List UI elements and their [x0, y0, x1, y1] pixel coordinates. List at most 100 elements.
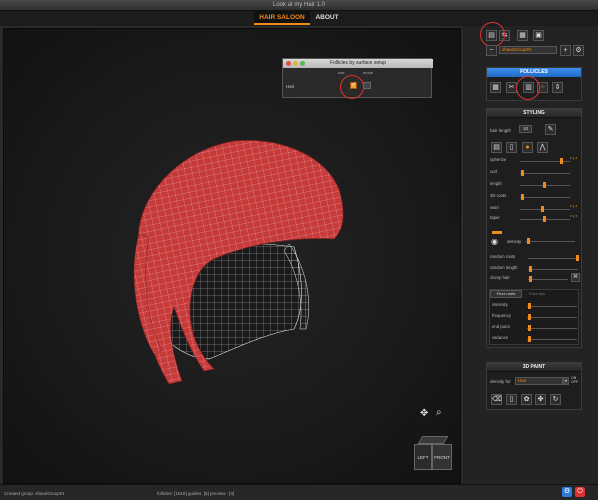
density-for-label: density for: [490, 379, 511, 384]
status-created-group: Created group: shaveGroup#1: [4, 491, 65, 496]
slider-track: [520, 161, 570, 162]
slider-clump-hair[interactable]: clump hair: [490, 274, 580, 283]
styling-header: STYLING: [487, 109, 581, 118]
paint-fill-icon[interactable]: ✤: [535, 394, 546, 405]
tab-hair-saloon[interactable]: HAIR SALOON: [254, 11, 310, 25]
status-bar: [0, 484, 598, 500]
view-cube-front[interactable]: FRONT: [432, 444, 452, 470]
paint-off-label: OFF: [571, 380, 578, 384]
zoom-icon[interactable]: ⌕: [436, 407, 442, 418]
slider-swirl[interactable]: swirl x y z: [490, 204, 580, 213]
style-tool-4-icon[interactable]: ⋀: [537, 142, 548, 153]
paint-erase-icon[interactable]: ⌫: [491, 394, 502, 405]
slider-variance[interactable]: variance: [492, 334, 578, 343]
slider-knob[interactable]: [528, 314, 531, 320]
align-icon[interactable]: ⇕: [552, 82, 563, 93]
save-icon[interactable]: ▣: [533, 30, 544, 41]
slider-3d-roots-label: 3D roots: [490, 193, 507, 198]
paint-trash-icon[interactable]: ▯: [506, 394, 517, 405]
paint-brush-icon[interactable]: ✿: [521, 394, 532, 405]
slider-clump-hair-label: clump hair: [490, 275, 510, 280]
slider-spherize[interactable]: spherize x y z: [490, 156, 580, 165]
density-for-select[interactable]: Hair: [515, 377, 563, 385]
zoom-window-button[interactable]: [300, 61, 305, 66]
slider-taper[interactable]: taper x y z: [490, 214, 580, 223]
style-tool-3-icon[interactable]: ●: [522, 142, 533, 153]
tab-about[interactable]: ABOUT: [311, 11, 343, 25]
slider-knob[interactable]: [543, 216, 546, 222]
clump-tool-icon[interactable]: ⌘: [571, 273, 580, 282]
slider-swirl-xyz[interactable]: x y z: [570, 204, 577, 208]
eye-icon[interactable]: ◉: [491, 237, 498, 246]
slider-taper-xyz[interactable]: x y z: [570, 214, 577, 218]
move-icon[interactable]: ✥: [420, 408, 428, 419]
slider-track: [527, 317, 577, 318]
hair-length-tool-icon[interactable]: ✎: [545, 124, 556, 135]
settings-gear-icon[interactable]: ⚙: [562, 487, 572, 497]
paint-on-off-toggle[interactable]: ON OFF: [571, 376, 578, 384]
slider-spherize-xyz[interactable]: x y z: [570, 156, 577, 160]
close-window-button[interactable]: [286, 61, 291, 66]
slider-variance-label: variance: [492, 335, 509, 340]
view-cube-left[interactable]: LEFT: [414, 444, 432, 470]
remove-group-button[interactable]: −: [486, 45, 497, 56]
slider-frequency[interactable]: frequency: [492, 312, 578, 321]
slider-curl[interactable]: curl: [490, 168, 580, 177]
slider-knob[interactable]: [529, 266, 532, 272]
mode-select[interactable]: [363, 82, 371, 89]
power-icon[interactable]: ⏻: [575, 487, 585, 497]
grid-icon[interactable]: ▦: [490, 82, 501, 93]
hair-length-input[interactable]: 10: [519, 125, 532, 133]
slider-end-point-label: end point: [492, 324, 510, 329]
slider-track: [527, 306, 577, 307]
slider-knob[interactable]: [529, 276, 532, 282]
slider-knob[interactable]: [560, 158, 563, 164]
slider-knob[interactable]: [528, 325, 531, 331]
dialog-title: Follicles by surface setup: [283, 59, 433, 68]
style-tool-2-icon[interactable]: ▯: [506, 142, 517, 153]
density-knob[interactable]: [527, 238, 530, 244]
slider-knob[interactable]: [528, 336, 531, 342]
slider-track: [528, 279, 568, 280]
slider-knob[interactable]: [543, 182, 546, 188]
frizz-sliders: intensity frequency end point variance: [492, 301, 578, 345]
slider-knob[interactable]: [541, 206, 544, 212]
follicles-surface-dialog: Follicles by surface setup use mode Hair…: [282, 58, 433, 99]
group-select[interactable]: shaveGroup#1: [499, 46, 557, 54]
slider-intensity[interactable]: intensity: [492, 301, 578, 310]
chevron-down-icon[interactable]: ▾: [563, 377, 569, 385]
slider-knob[interactable]: [521, 170, 524, 176]
checkbox-highlight: [340, 75, 364, 99]
density-label: density: [507, 239, 522, 244]
slider-3d-roots[interactable]: 3D roots: [490, 192, 580, 201]
gear-icon[interactable]: ⚙: [573, 45, 584, 56]
slider-knob[interactable]: [528, 303, 531, 309]
slider-random-roots[interactable]: random roots: [490, 253, 580, 262]
tab-frizz-roots[interactable]: Frizz roots: [490, 290, 522, 298]
follicles-header: FOLLICLES: [487, 68, 581, 77]
slider-random-length[interactable]: random length: [490, 264, 580, 273]
styling-sliders: spherize x y z curl length 3D roots swir…: [490, 156, 580, 226]
slider-track: [520, 173, 570, 174]
slider-frequency-label: frequency: [492, 313, 511, 318]
tab-frizz-tips[interactable]: Frizz tips: [522, 290, 552, 298]
slider-length-label: length: [490, 181, 502, 186]
style-tool-1-icon[interactable]: ▤: [491, 142, 502, 153]
add-group-button[interactable]: +: [560, 45, 571, 56]
film-icon[interactable]: ▦: [517, 30, 528, 41]
slider-swirl-label: swirl: [490, 205, 499, 210]
view-cube[interactable]: LEFT FRONT: [412, 436, 454, 472]
density-track: [525, 241, 575, 242]
slider-knob[interactable]: [521, 194, 524, 200]
col-mode-label: mode: [363, 70, 374, 75]
slider-length[interactable]: length: [490, 180, 580, 189]
slider-knob[interactable]: [576, 255, 579, 261]
paint-refresh-icon[interactable]: ↻: [550, 394, 561, 405]
slider-random-roots-label: random roots: [490, 254, 516, 259]
row-hair-label: Hair: [286, 84, 295, 89]
slider-track: [527, 328, 577, 329]
minimize-window-button[interactable]: [293, 61, 298, 66]
slider-end-point[interactable]: end point: [492, 323, 578, 332]
random-sliders: random roots random length clump hair: [490, 253, 580, 283]
slider-intensity-label: intensity: [492, 302, 508, 307]
